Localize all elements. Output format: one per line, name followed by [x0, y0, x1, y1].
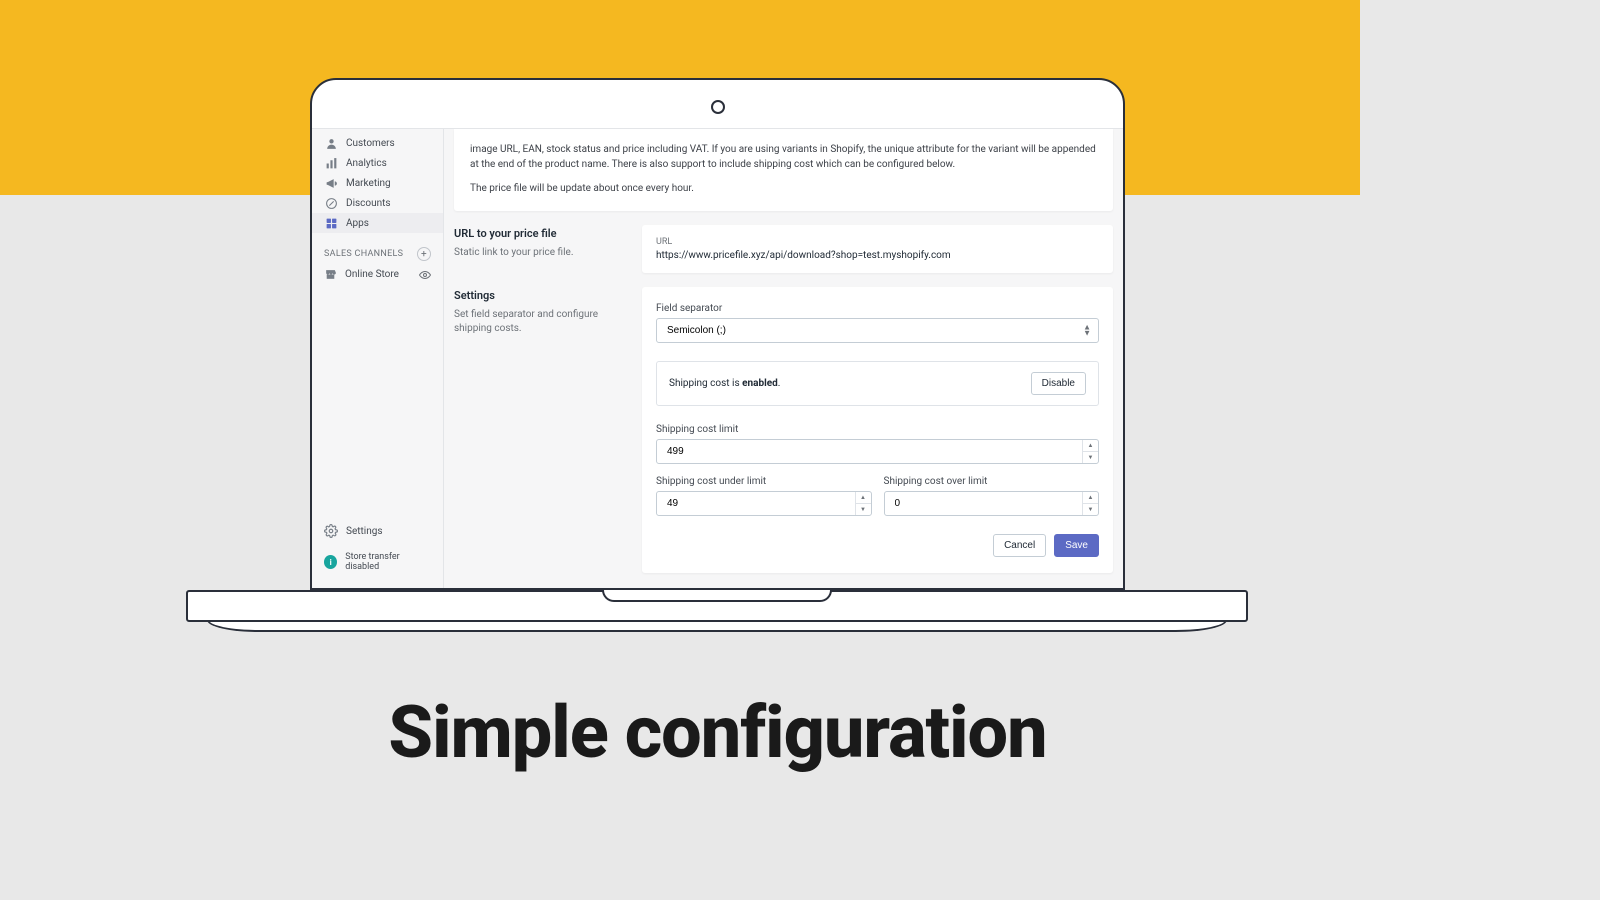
- info-text-2: The price file will be update about once…: [470, 182, 1097, 197]
- sidebar-item-label: Apps: [346, 218, 369, 229]
- sidebar-item-label: Discounts: [346, 198, 391, 209]
- app-screen: Customers Analytics Marketing Discounts: [312, 128, 1123, 588]
- store-icon: [324, 268, 337, 281]
- settings-card: Field separator ▲▼ Shipping cost is enab…: [642, 287, 1113, 573]
- main-content: image URL, EAN, stock status and price i…: [444, 129, 1123, 588]
- laptop-base: [186, 590, 1248, 632]
- url-heading: URL to your price file: [454, 227, 624, 240]
- screen-frame: Customers Analytics Marketing Discounts: [310, 78, 1125, 590]
- shipping-limit-label: Shipping cost limit: [656, 424, 1099, 435]
- shipping-status-text: Shipping cost is enabled.: [669, 378, 780, 389]
- form-actions: Cancel Save: [656, 534, 1099, 557]
- under-limit-field[interactable]: ▲ ▼: [656, 491, 872, 516]
- stepper-down-icon[interactable]: ▼: [856, 504, 871, 515]
- sidebar-item-label: Marketing: [346, 178, 391, 189]
- laptop-notch: [602, 590, 832, 602]
- sidebar-item-label: Customers: [346, 138, 395, 149]
- url-card: URL https://www.pricefile.xyz/api/downlo…: [642, 225, 1113, 273]
- add-channel-button[interactable]: +: [417, 247, 431, 261]
- settings-section: Settings Set field separator and configu…: [454, 287, 1113, 573]
- save-button[interactable]: Save: [1054, 534, 1099, 557]
- under-limit-label: Shipping cost under limit: [656, 476, 872, 487]
- url-label: URL: [656, 237, 1099, 247]
- sidebar-item-marketing[interactable]: Marketing: [312, 173, 443, 193]
- marketing-headline: Simple configuration: [0, 690, 1435, 775]
- stepper-up-icon[interactable]: ▲: [1083, 440, 1098, 452]
- field-separator-label: Field separator: [656, 303, 1099, 314]
- sidebar: Customers Analytics Marketing Discounts: [312, 129, 444, 588]
- apps-icon: [324, 216, 338, 230]
- megaphone-icon: [324, 176, 338, 190]
- store-transfer-notice: i Store transfer disabled: [312, 546, 443, 578]
- laptop-mockup: Customers Analytics Marketing Discounts: [310, 78, 1125, 632]
- cancel-button[interactable]: Cancel: [993, 534, 1046, 557]
- spinner: ▲ ▼: [1082, 492, 1098, 515]
- settings-desc: Set field separator and configure shippi…: [454, 308, 624, 336]
- stepper-up-icon[interactable]: ▲: [856, 492, 871, 504]
- stepper-down-icon[interactable]: ▼: [1083, 452, 1098, 463]
- camera-icon: [711, 100, 725, 114]
- sidebar-item-apps[interactable]: Apps: [312, 213, 443, 233]
- sidebar-item-customers[interactable]: Customers: [312, 133, 443, 153]
- info-text-1: image URL, EAN, stock status and price i…: [470, 143, 1097, 172]
- stepper-down-icon[interactable]: ▼: [1083, 504, 1098, 515]
- person-icon: [324, 136, 338, 150]
- spinner: ▲ ▼: [1082, 440, 1098, 463]
- spinner: ▲ ▼: [855, 492, 871, 515]
- url-value[interactable]: https://www.pricefile.xyz/api/download?s…: [656, 250, 1099, 261]
- over-limit-label: Shipping cost over limit: [884, 476, 1100, 487]
- transfer-label: Store transfer disabled: [345, 552, 431, 572]
- sales-channels-label: SALES CHANNELS: [324, 249, 403, 259]
- info-card: image URL, EAN, stock status and price i…: [454, 129, 1113, 211]
- analytics-icon: [324, 156, 338, 170]
- over-limit-input[interactable]: [884, 491, 1100, 516]
- over-limit-field[interactable]: ▲ ▼: [884, 491, 1100, 516]
- disable-button[interactable]: Disable: [1031, 372, 1086, 395]
- field-separator-value[interactable]: [656, 318, 1099, 343]
- shipping-limit-field[interactable]: ▲ ▼: [656, 439, 1099, 464]
- gear-icon: [324, 524, 338, 538]
- field-separator-select[interactable]: ▲▼: [656, 318, 1099, 343]
- primary-nav: Customers Analytics Marketing Discounts: [312, 129, 443, 237]
- sidebar-item-discounts[interactable]: Discounts: [312, 193, 443, 213]
- url-desc: Static link to your price file.: [454, 246, 624, 260]
- shipping-limit-input[interactable]: [656, 439, 1099, 464]
- sales-channels-header: SALES CHANNELS +: [312, 237, 443, 265]
- settings-label: Settings: [346, 526, 383, 537]
- stepper-up-icon[interactable]: ▲: [1083, 492, 1098, 504]
- sidebar-item-label: Analytics: [346, 158, 387, 169]
- sidebar-footer: Settings i Store transfer disabled: [312, 516, 443, 588]
- discount-icon: [324, 196, 338, 210]
- sidebar-item-analytics[interactable]: Analytics: [312, 153, 443, 173]
- view-store-icon[interactable]: [419, 269, 431, 281]
- info-icon: i: [324, 555, 337, 569]
- shipping-status-box: Shipping cost is enabled. Disable: [656, 361, 1099, 406]
- channel-label: Online Store: [345, 269, 399, 280]
- url-section: URL to your price file Static link to yo…: [454, 225, 1113, 273]
- settings-link[interactable]: Settings: [312, 516, 443, 546]
- under-limit-input[interactable]: [656, 491, 872, 516]
- settings-heading: Settings: [454, 289, 624, 302]
- sidebar-item-online-store[interactable]: Online Store: [312, 265, 443, 284]
